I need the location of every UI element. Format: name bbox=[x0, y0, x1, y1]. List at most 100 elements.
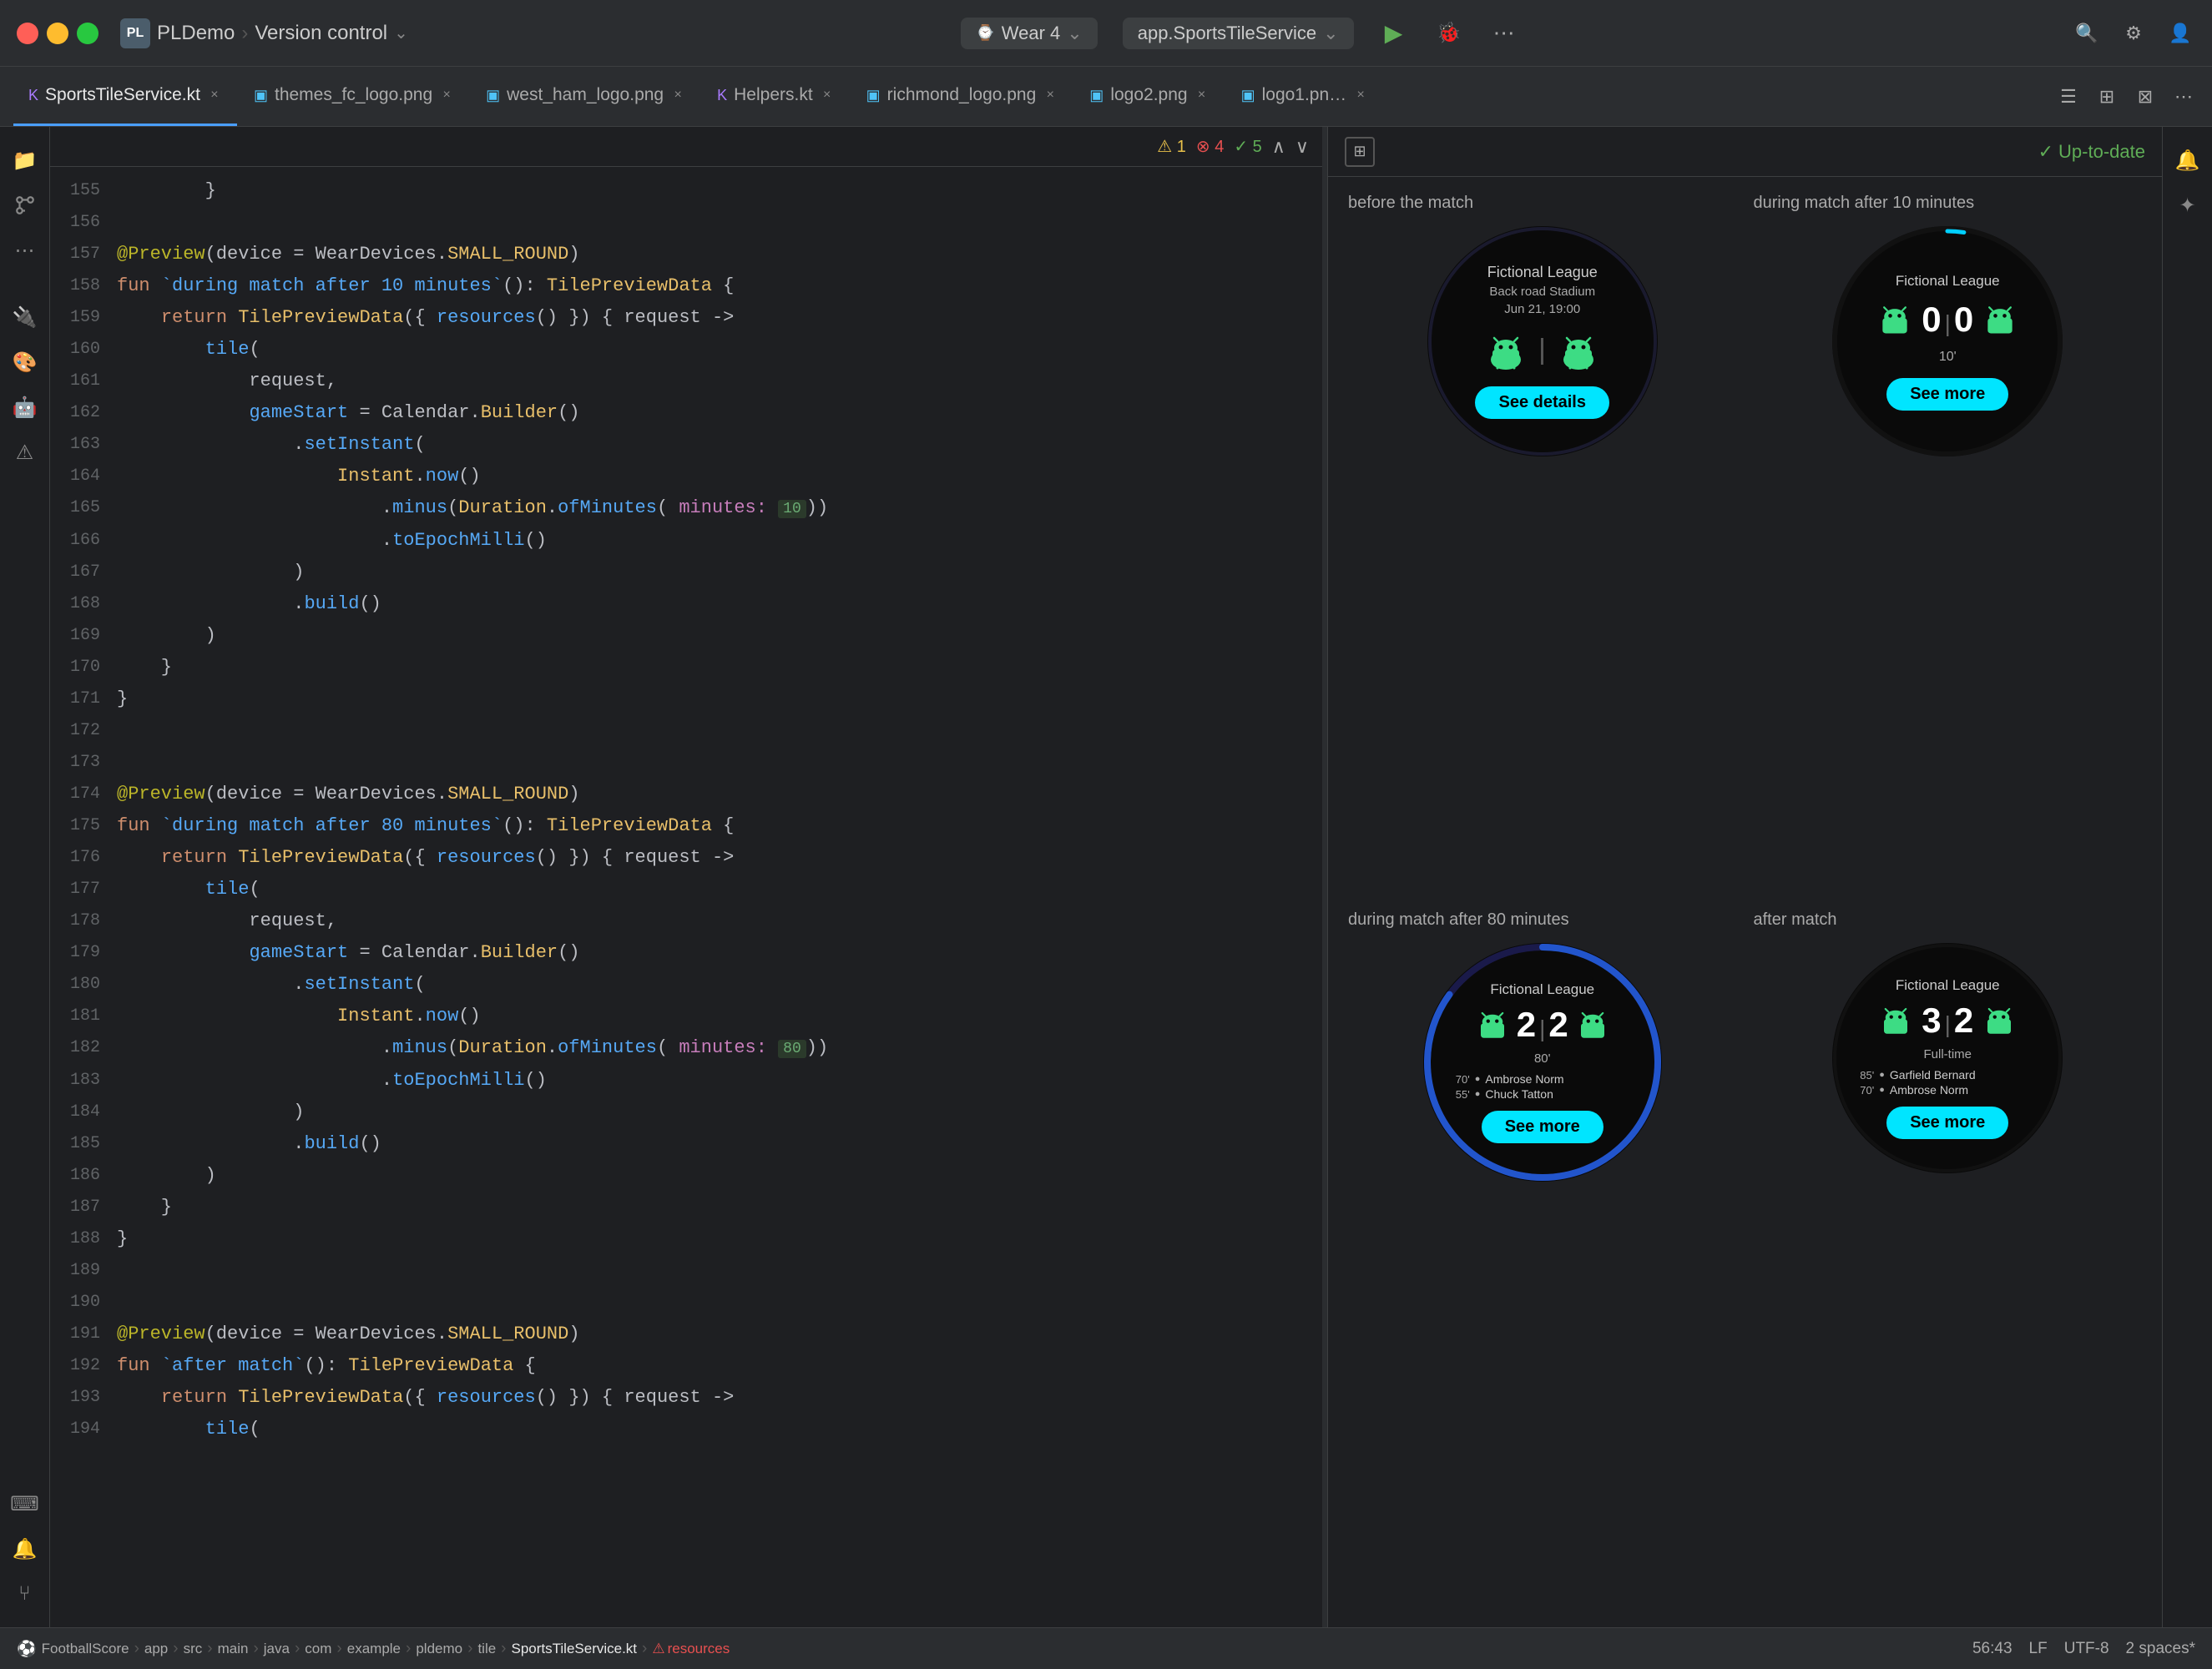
checkmark-icon: ✓ bbox=[2038, 141, 2053, 163]
encoding[interactable]: UTF-8 bbox=[2064, 1640, 2109, 1658]
score-sep-during10: | bbox=[1945, 310, 1951, 337]
preview-toggle-icon[interactable]: ⊞ bbox=[1345, 137, 1375, 167]
account-icon[interactable]: 👤 bbox=[2165, 18, 2195, 48]
tab-close-richmond[interactable]: × bbox=[1043, 88, 1058, 103]
split-editor-icon[interactable]: ⊞ bbox=[2092, 82, 2122, 112]
code-line-191: 191 @Preview(device = WearDevices.SMALL_… bbox=[50, 1319, 1322, 1350]
code-area[interactable]: 155 } 156 157 @Preview(device = WearDevi… bbox=[50, 167, 1322, 1627]
watch-teams-before bbox=[1486, 331, 1598, 371]
tab-close-helpers[interactable]: × bbox=[820, 88, 835, 103]
score-away-after: 2 bbox=[1954, 1001, 1973, 1041]
tab-logo2[interactable]: ▣ logo2.png × bbox=[1074, 67, 1224, 126]
scorer-after-row-0: 85' ● Garfield Bernard bbox=[1851, 1068, 2044, 1082]
score-sep-during80: | bbox=[1539, 1016, 1545, 1042]
more-options-button[interactable]: ⋯ bbox=[1489, 18, 1519, 48]
tab-richmond-logo[interactable]: ▣ richmond_logo.png × bbox=[851, 67, 1073, 126]
find-icon[interactable]: 🔍 bbox=[2072, 18, 2102, 48]
breadcrumb-text: FootballScore bbox=[42, 1641, 129, 1657]
sidebar-right-ai-icon[interactable]: ✦ bbox=[2168, 185, 2208, 225]
sidebar-file-icon[interactable]: 📁 bbox=[5, 140, 45, 180]
see-more-during10-button[interactable]: See more bbox=[1886, 378, 2008, 411]
tab-img-icon: ▣ bbox=[1089, 87, 1103, 104]
tab-logo1[interactable]: ▣ logo1.pn… × bbox=[1226, 67, 1384, 126]
see-more-during80-button[interactable]: See more bbox=[1482, 1111, 1603, 1143]
preview-header: ⊞ ✓ Up-to-date bbox=[1328, 127, 2162, 177]
sidebar-plugins-icon[interactable]: 🔌 bbox=[5, 297, 45, 337]
close-button[interactable] bbox=[17, 23, 38, 44]
vcs-label[interactable]: Version control bbox=[255, 22, 387, 45]
sidebar-more-icon[interactable]: ⋯ bbox=[5, 230, 45, 270]
tab-west-ham-logo[interactable]: ▣ west_ham_logo.png × bbox=[471, 67, 700, 126]
tab-close-themes[interactable]: × bbox=[439, 88, 454, 103]
code-line-172: 172 bbox=[50, 715, 1322, 747]
sidebar-palette-icon[interactable]: 🎨 bbox=[5, 342, 45, 382]
tab-label: SportsTileService.kt bbox=[45, 85, 200, 105]
sidebar-git2-icon[interactable]: ⑂ bbox=[5, 1574, 45, 1614]
code-line-180: 180 .setInstant( bbox=[50, 969, 1322, 1001]
watch-score-area-after: 3 | 2 bbox=[1878, 1001, 2017, 1041]
sidebar-right-notifications-icon[interactable]: 🔔 bbox=[2168, 140, 2208, 180]
see-more-after-button[interactable]: See more bbox=[1886, 1107, 2008, 1139]
service-selector[interactable]: app.SportsTileService ⌄ bbox=[1123, 18, 1354, 49]
sidebar-git-icon[interactable] bbox=[5, 185, 45, 225]
titlebar-right: 🔍 ⚙ 👤 bbox=[2072, 18, 2195, 48]
device-selector[interactable]: ⌚ Wear 4 ⌄ bbox=[961, 18, 1097, 49]
code-line-171: 171 } bbox=[50, 683, 1322, 715]
indent-setting[interactable]: 2 spaces* bbox=[2126, 1640, 2195, 1658]
sidebar-android-icon[interactable]: 🤖 bbox=[5, 387, 45, 427]
code-line-190: 190 bbox=[50, 1287, 1322, 1319]
score-during80: 2 | 2 bbox=[1517, 1005, 1568, 1045]
tab-list-icon[interactable]: ☰ bbox=[2053, 82, 2083, 112]
cursor-position[interactable]: 56:43 bbox=[1972, 1640, 2013, 1658]
run-button[interactable]: ▶ bbox=[1379, 18, 1409, 48]
code-line-161: 161 request, bbox=[50, 366, 1322, 397]
team-icon-away-during10 bbox=[1982, 301, 2018, 338]
sidebar-terminal-icon[interactable]: ⌨ bbox=[5, 1484, 45, 1524]
expand-icon[interactable]: ∧ bbox=[1272, 136, 1285, 158]
device-chevron-icon: ⌄ bbox=[1067, 23, 1082, 44]
code-line-194: 194 tile( bbox=[50, 1414, 1322, 1445]
sidebar-left: 📁 ⋯ 🔌 🎨 🤖 ⚠ ⌨ 🔔 ⑂ bbox=[0, 127, 50, 1627]
collapse-icon[interactable]: ∨ bbox=[1295, 136, 1309, 158]
editor-divider[interactable] bbox=[1322, 127, 1327, 1627]
scorer-row-0: 70' ● Ambrose Norm bbox=[1447, 1072, 1639, 1086]
score-home-during80: 2 bbox=[1517, 1005, 1536, 1045]
statusbar-right: 56:43 LF UTF-8 2 spaces* bbox=[1972, 1640, 2195, 1658]
tab-sportsTileService[interactable]: K SportsTileService.kt × bbox=[13, 67, 237, 126]
card-label-during10: during match after 10 minutes bbox=[1754, 194, 2143, 213]
code-line-187: 187 } bbox=[50, 1192, 1322, 1223]
sidebar-warning-icon[interactable]: ⚠ bbox=[5, 432, 45, 472]
code-line-164: 164 Instant.now() bbox=[50, 461, 1322, 492]
see-details-button[interactable]: See details bbox=[1475, 386, 1609, 419]
minimize-button[interactable] bbox=[47, 23, 68, 44]
brand-logo: PL bbox=[120, 18, 150, 48]
code-line-159: 159 return TilePreviewData({ resources()… bbox=[50, 302, 1322, 334]
tab-img-icon: ▣ bbox=[254, 87, 268, 104]
watch-minute-during80: 80' bbox=[1534, 1051, 1551, 1066]
watch-status-after: Full-time bbox=[1923, 1047, 1972, 1061]
tab-helpers[interactable]: K Helpers.kt × bbox=[702, 67, 850, 126]
tab-close-westham[interactable]: × bbox=[670, 88, 685, 103]
service-chevron-icon: ⌄ bbox=[1323, 23, 1338, 44]
scorer-name-0: Ambrose Norm bbox=[1485, 1072, 1563, 1086]
tab-close-logo2[interactable]: × bbox=[1194, 88, 1210, 103]
tab-close-logo1[interactable]: × bbox=[1353, 88, 1368, 103]
score-away-during80: 2 bbox=[1548, 1005, 1568, 1045]
line-ending[interactable]: LF bbox=[2029, 1640, 2048, 1658]
tab-kotlin-icon: K bbox=[717, 87, 727, 104]
tab-close-sportsTileService[interactable]: × bbox=[207, 88, 222, 103]
status-text: Up-to-date bbox=[2058, 141, 2145, 163]
sidebar-notifications-icon[interactable]: 🔔 bbox=[5, 1529, 45, 1569]
debug-button[interactable]: 🐞 bbox=[1434, 18, 1464, 48]
score-after: 3 | 2 bbox=[1922, 1001, 1973, 1041]
code-line-184: 184 ) bbox=[50, 1097, 1322, 1128]
code-line-156: 156 bbox=[50, 207, 1322, 239]
team-icon-away-during80 bbox=[1575, 1007, 1610, 1042]
settings-icon[interactable]: ⚙ bbox=[2119, 18, 2149, 48]
close-all-tabs-icon[interactable]: ⊠ bbox=[2130, 82, 2160, 112]
maximize-button[interactable] bbox=[77, 23, 98, 44]
code-line-155: 155 } bbox=[50, 175, 1322, 207]
tab-themes-fc-logo[interactable]: ▣ themes_fc_logo.png × bbox=[239, 67, 469, 126]
more-tabs-icon[interactable]: ⋯ bbox=[2169, 82, 2199, 112]
tab-label: themes_fc_logo.png bbox=[275, 85, 432, 105]
